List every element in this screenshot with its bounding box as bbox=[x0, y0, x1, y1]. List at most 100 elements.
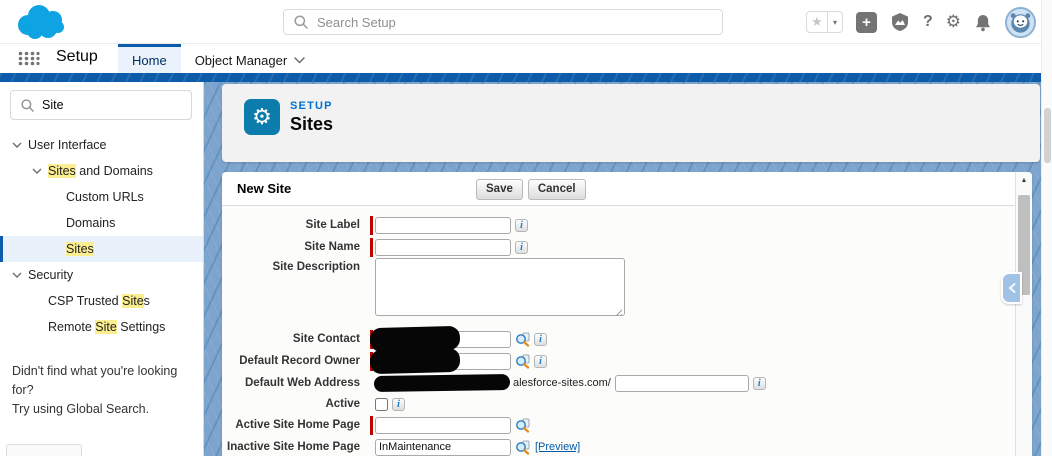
page-header-card: ⚙ SETUP Sites bbox=[222, 84, 1040, 162]
lookup-icon[interactable] bbox=[515, 354, 530, 369]
sidebar-item-domains[interactable]: Domains bbox=[0, 210, 203, 236]
default-web-address-input[interactable] bbox=[615, 375, 749, 392]
site-label-input[interactable] bbox=[375, 217, 511, 234]
lookup-icon[interactable] bbox=[515, 332, 530, 347]
preview-link[interactable]: [Preview] bbox=[535, 441, 580, 453]
brand-divider-band bbox=[0, 73, 1052, 82]
field-label: Site Name bbox=[222, 241, 370, 253]
guidance-center-icon[interactable] bbox=[890, 12, 910, 32]
global-search[interactable] bbox=[283, 9, 723, 35]
field-label: Site Contact bbox=[222, 333, 370, 345]
cloud-icon bbox=[12, 3, 70, 41]
lookup-icon[interactable] bbox=[515, 418, 530, 433]
web-address-domain-suffix: alesforce-sites.com/ bbox=[513, 377, 611, 389]
chevron-down-icon[interactable] bbox=[30, 168, 44, 174]
app-name: Setup bbox=[56, 48, 98, 66]
sidebar-quick-find[interactable] bbox=[10, 90, 192, 120]
site-description-textarea[interactable] bbox=[375, 258, 625, 316]
page-title: Sites bbox=[290, 114, 333, 135]
sidebar-item-sites-and-domains[interactable]: Sites and Domains bbox=[0, 158, 203, 184]
row-active-site-home-page: Active Site Home Page bbox=[222, 414, 1015, 436]
active-site-home-page-input[interactable] bbox=[375, 417, 511, 434]
save-button[interactable]: Save bbox=[476, 179, 523, 200]
sidebar-item-csp-trusted-sites[interactable]: CSP Trusted Sites bbox=[0, 288, 203, 314]
browser-scrollbar-thumb[interactable] bbox=[1044, 108, 1051, 163]
chevron-down-icon[interactable] bbox=[10, 272, 24, 278]
panel-header: New Site Save Cancel bbox=[222, 172, 1032, 205]
tab-object-manager[interactable]: Object Manager bbox=[181, 44, 320, 73]
tab-object-manager-label: Object Manager bbox=[195, 53, 288, 68]
shield-mountain-icon bbox=[890, 12, 910, 32]
setup-sidebar: User Interface Sites and Domains Custom … bbox=[0, 82, 204, 456]
nav-tabs: Home Object Manager bbox=[118, 44, 319, 73]
sidebar-item-security[interactable]: Security bbox=[0, 262, 203, 288]
chevron-down-icon[interactable] bbox=[10, 142, 24, 148]
search-icon bbox=[294, 15, 308, 29]
sidebar-item-remote-site-settings[interactable]: Remote Site Settings bbox=[0, 314, 203, 340]
field-label: Active bbox=[222, 398, 370, 410]
row-default-record-owner: Default Record Owner i bbox=[222, 350, 1015, 372]
global-search-input[interactable] bbox=[317, 15, 722, 30]
panel-scrollbar[interactable]: ▲ bbox=[1015, 172, 1032, 456]
sidebar-item-user-interface[interactable]: User Interface bbox=[0, 132, 203, 158]
chevron-left-icon bbox=[1008, 283, 1016, 293]
setup-gear-tile-icon: ⚙ bbox=[244, 99, 280, 135]
field-label: Default Record Owner bbox=[222, 355, 370, 367]
tab-home[interactable]: Home bbox=[118, 44, 181, 73]
lookup-icon[interactable] bbox=[515, 440, 530, 455]
form-fields: Site Label i Site Name i bbox=[222, 205, 1015, 456]
row-default-web-address: Default Web Address alesforce-sites.com/… bbox=[222, 372, 1015, 394]
field-label: Active Site Home Page bbox=[222, 419, 370, 431]
chevron-down-icon bbox=[294, 57, 305, 64]
info-icon[interactable]: i bbox=[515, 241, 528, 254]
info-icon[interactable]: i bbox=[392, 398, 405, 411]
info-icon[interactable]: i bbox=[515, 219, 528, 232]
sidebar-item-sites[interactable]: Sites bbox=[0, 236, 203, 262]
bell-icon bbox=[974, 13, 992, 32]
help-panel-collapse-handle[interactable] bbox=[1001, 272, 1022, 304]
app-launcher-icon[interactable] bbox=[18, 51, 40, 71]
setup-nav-bar: Setup Home Object Manager bbox=[0, 44, 1052, 73]
required-marker bbox=[370, 416, 373, 435]
scroll-up-arrow[interactable]: ▲ bbox=[1016, 172, 1032, 189]
sidebar-footer-hint: Didn't find what you're looking for? Try… bbox=[12, 362, 192, 419]
form-title: New Site bbox=[237, 181, 291, 196]
sidebar-item-custom-urls[interactable]: Custom URLs bbox=[0, 184, 203, 210]
favorite-star-icon[interactable]: ★ bbox=[806, 11, 828, 33]
search-icon bbox=[21, 99, 34, 112]
setup-gear-icon[interactable]: ⚙ bbox=[946, 14, 961, 31]
site-name-input[interactable] bbox=[375, 239, 511, 256]
astro-avatar-icon bbox=[1005, 7, 1036, 38]
required-marker bbox=[370, 216, 373, 235]
active-checkbox[interactable] bbox=[375, 398, 388, 411]
salesforce-logo-cloud[interactable] bbox=[12, 3, 70, 46]
cancel-button[interactable]: Cancel bbox=[528, 179, 586, 200]
form-buttons: Save Cancel bbox=[476, 179, 586, 200]
field-label: Inactive Site Home Page bbox=[222, 441, 370, 453]
info-icon[interactable]: i bbox=[534, 333, 547, 346]
waffle-icon bbox=[18, 51, 40, 66]
main-content: ⚙ SETUP Sites New Site Save Cancel Site … bbox=[204, 82, 1041, 456]
browser-scrollbar[interactable] bbox=[1041, 0, 1052, 456]
field-label: Site Description bbox=[222, 258, 370, 273]
user-avatar[interactable] bbox=[1005, 7, 1036, 38]
help-icon[interactable]: ? bbox=[923, 13, 933, 31]
sidebar-search-input[interactable] bbox=[42, 98, 162, 112]
redaction-blob bbox=[374, 374, 510, 392]
favorites-control: ★ ▾ bbox=[806, 11, 843, 33]
notifications-bell-icon[interactable] bbox=[974, 13, 992, 32]
inactive-site-home-page-input[interactable] bbox=[375, 439, 511, 456]
row-site-label: Site Label i bbox=[222, 214, 1015, 236]
row-site-description: Site Description bbox=[222, 258, 1015, 322]
row-active: Active i bbox=[222, 394, 1015, 414]
info-icon[interactable]: i bbox=[534, 355, 547, 368]
status-popup-edge bbox=[6, 444, 82, 456]
tab-home-label: Home bbox=[132, 53, 167, 68]
field-label: Default Web Address bbox=[222, 377, 370, 389]
favorites-caret-down-icon[interactable]: ▾ bbox=[828, 11, 843, 33]
info-icon[interactable]: i bbox=[753, 377, 766, 390]
row-site-contact: Site Contact i bbox=[222, 328, 1015, 350]
global-add-button[interactable]: + bbox=[856, 12, 877, 33]
salesforce-setup-window: ★ ▾ + ? ⚙ bbox=[0, 0, 1052, 456]
page-eyebrow: SETUP bbox=[290, 100, 333, 112]
